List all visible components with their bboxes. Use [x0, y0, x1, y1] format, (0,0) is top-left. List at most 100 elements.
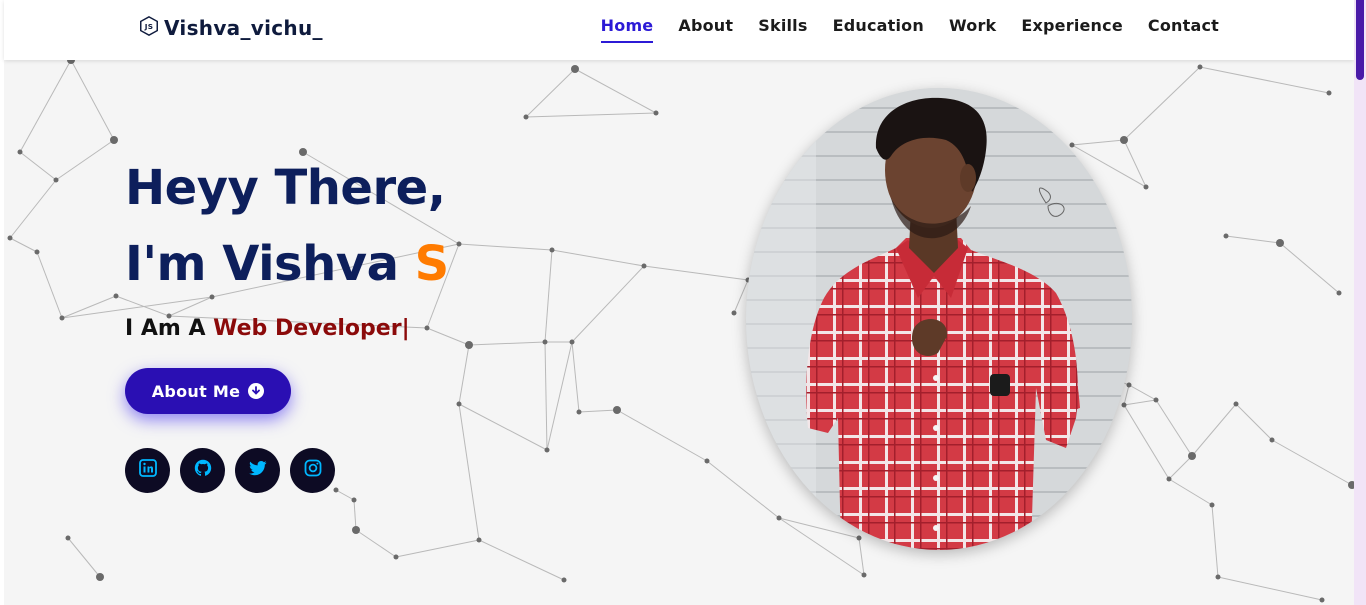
network-link	[1071, 139, 1125, 146]
about-me-label: About Me	[151, 381, 241, 401]
hero-line-1: Heyy There,	[125, 160, 446, 216]
network-link	[525, 112, 657, 118]
arrow-circle-down-icon	[248, 383, 265, 399]
network-link	[1123, 404, 1170, 480]
network-node	[1197, 64, 1203, 70]
nav-work[interactable]: Work	[949, 16, 996, 43]
network-link	[9, 237, 38, 253]
network-link	[778, 517, 865, 576]
network-node	[549, 247, 555, 253]
network-link	[335, 489, 355, 501]
network-node	[1121, 402, 1127, 408]
network-node	[1233, 401, 1239, 407]
nav-skills[interactable]: Skills	[758, 16, 807, 43]
github-link[interactable]	[180, 448, 225, 493]
nav-about[interactable]: About	[678, 16, 733, 43]
network-node	[1276, 239, 1284, 247]
scrollbar[interactable]	[1354, 0, 1366, 605]
network-node	[113, 293, 119, 299]
network-link	[458, 243, 553, 251]
network-link	[1123, 66, 1201, 141]
linkedin-icon	[138, 458, 158, 483]
network-node	[1153, 397, 1159, 403]
network-link	[458, 344, 470, 405]
navbar: JS Vishva_vichu_ Home About Skills Educa…	[4, 0, 1354, 60]
network-link	[525, 68, 576, 118]
network-node	[53, 177, 59, 183]
network-node	[96, 573, 104, 581]
svg-text:JS: JS	[144, 22, 154, 31]
network-node	[544, 447, 550, 453]
network-link	[546, 341, 573, 451]
twitter-icon	[248, 458, 268, 483]
network-link	[1168, 478, 1213, 506]
network-link	[1123, 139, 1147, 188]
network-node	[861, 572, 867, 578]
network-node	[1336, 290, 1342, 296]
network-link	[1235, 403, 1273, 441]
network-node	[561, 577, 567, 583]
network-link	[706, 460, 780, 519]
network-link	[1271, 439, 1353, 486]
network-link	[551, 249, 645, 267]
network-link	[458, 403, 480, 541]
hero-line-2: I'm Vishva S	[125, 226, 449, 302]
instagram-icon	[303, 458, 323, 483]
scrollbar-thumb[interactable]	[1356, 0, 1364, 80]
hero-role: I Am A Web Developer|	[125, 316, 449, 341]
network-node	[1126, 382, 1132, 388]
network-link	[458, 403, 548, 451]
network-node	[542, 339, 548, 345]
network-node	[110, 136, 118, 144]
network-link	[395, 539, 480, 558]
role-typed-text: Web Developer	[213, 316, 402, 341]
network-node	[352, 526, 360, 534]
network-link	[355, 529, 397, 558]
network-link	[544, 249, 553, 343]
network-link	[1123, 384, 1130, 406]
network-link	[478, 539, 565, 581]
about-me-button[interactable]: About Me	[125, 368, 291, 414]
nav-experience[interactable]: Experience	[1021, 16, 1123, 43]
network-link	[1128, 384, 1157, 401]
brand-logo[interactable]: JS Vishva_vichu_	[138, 14, 323, 42]
network-link	[574, 68, 657, 114]
network-link	[70, 60, 115, 141]
linkedin-link[interactable]	[125, 448, 170, 493]
network-node	[1120, 136, 1128, 144]
network-node	[576, 409, 582, 415]
network-node	[856, 535, 862, 541]
network-link	[55, 139, 115, 181]
hero-heading: Heyy There, I'm Vishva S	[125, 150, 449, 302]
network-link	[1168, 455, 1193, 480]
network-link	[353, 499, 357, 531]
network-node	[731, 310, 737, 316]
network-node	[65, 535, 71, 541]
network-node	[393, 554, 399, 560]
instagram-link[interactable]	[290, 448, 335, 493]
network-link	[67, 537, 101, 578]
network-link	[544, 341, 548, 451]
profile-photo-illustration	[746, 88, 1132, 550]
network-node	[1166, 476, 1172, 482]
network-link	[643, 265, 749, 281]
network-link	[571, 341, 580, 413]
nav-contact[interactable]: Contact	[1148, 16, 1219, 43]
network-link	[9, 179, 57, 239]
nav-home[interactable]: Home	[600, 16, 654, 43]
network-link	[616, 409, 708, 462]
role-prefix: I Am A	[125, 316, 214, 341]
network-node	[523, 114, 529, 120]
network-node	[569, 339, 575, 345]
twitter-link[interactable]	[235, 448, 280, 493]
profile-photo	[746, 88, 1132, 550]
network-node	[704, 458, 710, 464]
social-links	[125, 448, 335, 493]
network-node	[1215, 574, 1221, 580]
network-node	[1319, 597, 1325, 603]
network-link	[1211, 504, 1219, 578]
network-node	[776, 515, 782, 521]
network-node	[653, 110, 659, 116]
nav-education[interactable]: Education	[833, 16, 924, 43]
nodejs-hexagon-icon: JS	[138, 15, 160, 42]
